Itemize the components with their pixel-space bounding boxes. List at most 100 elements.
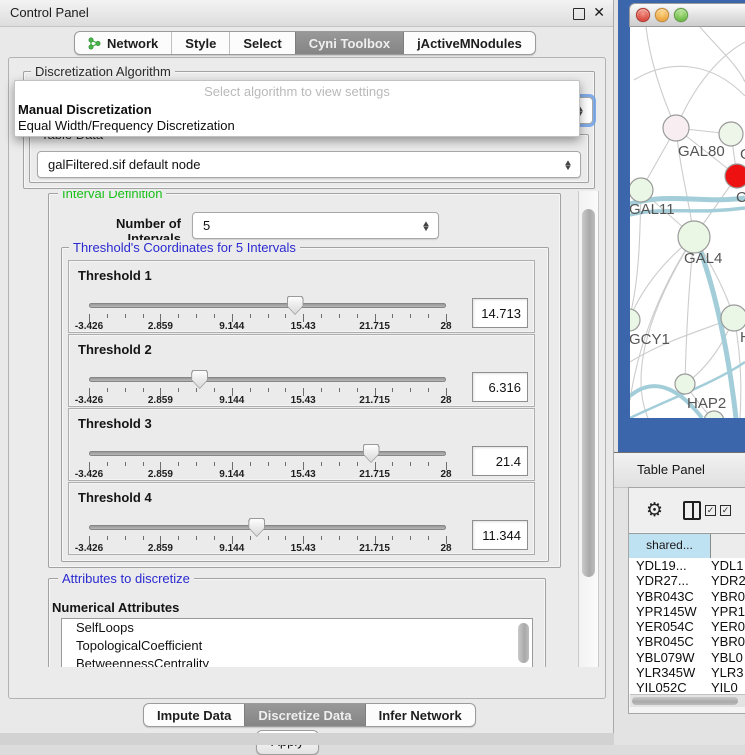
- column-header-name[interactable]: na: [711, 534, 745, 558]
- attribute-list-item[interactable]: BetweennessCentrality: [62, 655, 532, 667]
- slider-track[interactable]: [89, 377, 446, 382]
- settings-scrollbar-thumb[interactable]: [582, 209, 595, 577]
- tab-network[interactable]: Network: [75, 32, 171, 54]
- settings-scrollbar-track[interactable]: [578, 191, 599, 667]
- table-row[interactable]: YBR043CYBR0: [629, 589, 745, 604]
- slider-tick-label: 28: [440, 469, 451, 480]
- table-panel-title: Table Panel: [637, 462, 705, 477]
- network-node[interactable]: [630, 309, 640, 331]
- slider-tick: [107, 314, 108, 318]
- slider-tick: [214, 462, 215, 466]
- float-window-icon[interactable]: [573, 8, 585, 20]
- dropdown-option-manual[interactable]: Manual Discretization: [18, 102, 152, 117]
- slider-tick: [214, 388, 215, 392]
- table-hscrollbar-track[interactable]: [630, 694, 745, 707]
- tab-select[interactable]: Select: [229, 32, 294, 54]
- tab-discretize-data[interactable]: Discretize Data: [244, 704, 364, 726]
- dropdown-placeholder-item[interactable]: Select algorithm to view settings: [15, 84, 579, 99]
- slider-tick: [339, 462, 340, 466]
- tab-infer-network[interactable]: Infer Network: [365, 704, 475, 726]
- column-header-shared-name[interactable]: shared...: [629, 534, 711, 558]
- select-none-checkbox-icon[interactable]: ✓: [720, 505, 731, 516]
- network-window-titlebar[interactable]: [629, 3, 745, 27]
- attribute-list-item[interactable]: TopologicalCoefficient: [62, 637, 532, 655]
- table-row[interactable]: YER054CYER0: [629, 619, 745, 634]
- minimize-traffic-light-icon[interactable]: [655, 8, 669, 22]
- attributes-group-title: Attributes to discretize: [58, 571, 194, 586]
- slider-thumb[interactable]: [287, 296, 304, 315]
- slider-thumb[interactable]: [191, 370, 208, 389]
- table-data-select[interactable]: galFiltered.sif default node ▲▼: [37, 151, 581, 178]
- slider-thumb[interactable]: [248, 518, 265, 537]
- threshold-value-field[interactable]: 6.316: [472, 372, 528, 402]
- network-node[interactable]: [630, 178, 653, 202]
- network-node-label: GAL4: [684, 250, 722, 267]
- threshold-value-field[interactable]: 11.344: [472, 520, 528, 550]
- attributes-list-scrollbar[interactable]: [518, 623, 529, 663]
- tab-style[interactable]: Style: [171, 32, 229, 54]
- table-row[interactable]: YLR345WYLR3: [629, 665, 745, 680]
- slider-tick: [125, 388, 126, 392]
- slider-tick: [178, 462, 179, 466]
- slider-tick: [196, 536, 197, 540]
- network-node[interactable]: [725, 164, 745, 188]
- table-row[interactable]: YIL052CYIL0: [629, 680, 745, 694]
- attribute-list-item[interactable]: SelfLoops: [62, 619, 532, 637]
- numerical-attributes-list[interactable]: SelfLoopsTopologicalCoefficientBetweenne…: [61, 618, 533, 667]
- slider-tick: [321, 462, 322, 466]
- tab-jactivemnodules[interactable]: jActiveMNodules: [403, 32, 535, 54]
- network-node[interactable]: [675, 374, 695, 394]
- table-header-row: shared... na: [629, 533, 745, 559]
- cell-shared-name: YLR345W: [629, 665, 711, 680]
- slider-tick: [178, 314, 179, 318]
- slider-tick-label: 15.43: [291, 469, 316, 480]
- close-icon[interactable]: ✕: [593, 4, 605, 21]
- columns-icon[interactable]: [683, 501, 701, 520]
- tab-cyni-toolbox[interactable]: Cyni Toolbox: [295, 32, 403, 54]
- cell-shared-name: YBR043C: [629, 589, 711, 604]
- cyni-toolbox-panel: Discretization Algorithm ▲▼ Table Data g…: [8, 57, 606, 699]
- table-row[interactable]: YBL079WYBL0: [629, 650, 745, 665]
- slider-track[interactable]: [89, 451, 446, 456]
- network-node[interactable]: [663, 115, 689, 141]
- network-node[interactable]: [678, 221, 710, 253]
- table-row[interactable]: YBR045CYBR0: [629, 634, 745, 649]
- network-node[interactable]: [721, 305, 745, 331]
- slider-tick-label: 15.43: [291, 321, 316, 332]
- slider-tick: [143, 462, 144, 466]
- slider-tick: [178, 388, 179, 392]
- cell-shared-name: YIL052C: [629, 680, 711, 694]
- slider-thumb[interactable]: [363, 444, 380, 463]
- slider-tick: [125, 462, 126, 466]
- threshold-value-field[interactable]: 21.4: [472, 446, 528, 476]
- numerical-attributes-label: Numerical Attributes: [52, 600, 179, 615]
- slider-tick: [410, 536, 411, 540]
- table-row[interactable]: YPR145WYPR1: [629, 604, 745, 619]
- tab-label: Discretize Data: [258, 708, 351, 723]
- zoom-traffic-light-icon[interactable]: [674, 8, 688, 22]
- slider-track[interactable]: [89, 525, 446, 530]
- network-edge: [634, 66, 745, 96]
- slider-tick-label: 2.859: [148, 543, 173, 554]
- slider-track[interactable]: [89, 303, 446, 308]
- table-row[interactable]: YDR27...YDR2: [629, 573, 745, 588]
- table-hscrollbar-thumb[interactable]: [632, 697, 738, 705]
- slider-tick: [410, 462, 411, 466]
- network-canvas[interactable]: GAL80GACGAL11GAL4GCY1HHAP2: [630, 27, 745, 418]
- table-row[interactable]: YDL19...YDL1: [629, 558, 745, 573]
- slider-tick: [143, 388, 144, 392]
- gear-icon[interactable]: ⚙: [646, 499, 663, 521]
- tab-impute-data[interactable]: Impute Data: [144, 704, 244, 726]
- algorithm-dropdown-popup: Select algorithm to view settings Manual…: [14, 80, 580, 137]
- select-all-checkbox-icon[interactable]: ✓: [705, 505, 716, 516]
- slider-tick: [125, 314, 126, 318]
- slider-tick: [357, 462, 358, 466]
- threshold-value-field[interactable]: 14.713: [472, 298, 528, 328]
- close-traffic-light-icon[interactable]: [636, 8, 650, 22]
- slider-tick-label: 9.144: [219, 543, 244, 554]
- top-tab-strip: NetworkStyleSelectCyni ToolboxjActiveMNo…: [74, 31, 536, 55]
- slider-tick: [392, 536, 393, 540]
- number-of-intervals-select[interactable]: 5 ▲▼: [192, 212, 439, 239]
- slider-tick: [357, 388, 358, 392]
- dropdown-option-equal-width[interactable]: Equal Width/Frequency Discretization: [18, 118, 235, 133]
